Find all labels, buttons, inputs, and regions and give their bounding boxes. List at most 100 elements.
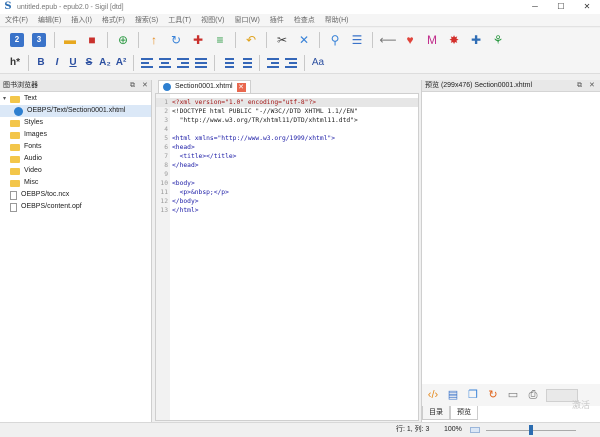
- folder-icon: [10, 131, 20, 139]
- copy-icon[interactable]: ❐: [466, 388, 480, 402]
- refresh-icon[interactable]: ↻: [166, 31, 186, 49]
- toc-icon[interactable]: ☰: [347, 31, 367, 49]
- tab-section0001[interactable]: Section0001.xhtml ✕: [158, 80, 251, 93]
- menu-file[interactable]: 文件(F): [0, 15, 33, 25]
- tree-item-audio[interactable]: Audio: [0, 153, 151, 165]
- menu-plugins[interactable]: 插件: [265, 15, 289, 25]
- close-button[interactable]: ✕: [574, 0, 600, 14]
- menu-bar: 文件(F) 编辑(E) 插入(I) 格式(F) 搜索(S) 工具(T) 视图(V…: [0, 14, 600, 27]
- code-line: 7 <title></title>: [164, 153, 237, 160]
- style-button[interactable]: Aa: [309, 57, 327, 68]
- align-right-icon[interactable]: [177, 57, 189, 68]
- menu-view[interactable]: 视图(V): [196, 15, 229, 25]
- plugin-manage-icon[interactable]: ✚: [466, 31, 486, 49]
- menu-window[interactable]: 窗口(W): [230, 15, 265, 25]
- tree-item-images[interactable]: Images: [0, 129, 151, 141]
- italic-button[interactable]: I: [49, 57, 65, 68]
- float-icon[interactable]: ⧉: [130, 80, 135, 92]
- outdent-icon[interactable]: [267, 57, 279, 68]
- inspect-icon[interactable]: ▤: [446, 388, 460, 402]
- code-line: 9: [164, 171, 168, 178]
- book-browser-title: 图书浏览器: [3, 82, 38, 89]
- code-line: 12 </body>: [160, 198, 199, 205]
- code-view-icon[interactable]: ‹/›: [426, 388, 440, 402]
- tree-icon[interactable]: ⚘: [488, 31, 508, 49]
- preview-title: 预览 (299x476) Section0001.xhtml: [425, 82, 532, 89]
- menu-format[interactable]: 格式(F): [97, 15, 130, 25]
- metadata-icon[interactable]: M: [422, 31, 442, 49]
- code-line: 10 <body>: [160, 180, 195, 187]
- superscript-button[interactable]: A²: [113, 57, 129, 68]
- bullet-list-icon[interactable]: [222, 57, 234, 68]
- menu-checkpoints[interactable]: 检查点: [289, 15, 320, 25]
- css-icon[interactable]: ▭: [506, 388, 520, 402]
- align-justify-icon[interactable]: [195, 57, 207, 68]
- strike-button[interactable]: S: [81, 57, 97, 68]
- menu-tools[interactable]: 工具(T): [163, 15, 196, 25]
- plugin-puzzle-icon[interactable]: ✸: [444, 31, 464, 49]
- menu-search[interactable]: 搜索(S): [130, 15, 163, 25]
- heading-button[interactable]: h*: [6, 57, 24, 68]
- bold-button[interactable]: B: [33, 57, 49, 68]
- tree-item-styles[interactable]: Styles: [0, 117, 151, 129]
- save-icon[interactable]: ■: [82, 31, 102, 49]
- search-icon[interactable]: ⚲: [325, 31, 345, 49]
- minimize-button[interactable]: ─: [522, 0, 548, 14]
- tab-preview[interactable]: 预览: [450, 406, 478, 420]
- tree-item-section0001[interactable]: OEBPS/Text/Section0001.xhtml: [0, 105, 151, 117]
- close-panel-icon[interactable]: ✕: [142, 80, 148, 92]
- code-line: 2 <!DOCTYPE html PUBLIC "-//W3C//DTD XHTM…: [164, 108, 358, 115]
- underline-button[interactable]: U: [65, 57, 81, 68]
- numbered-list-icon[interactable]: [240, 57, 252, 68]
- file-icon: [10, 190, 17, 200]
- main-toolbar: 2 3 ▬ ■ ⊕ ↑ ↻ ✚ ≡ ↶ ✂ ✕ ⚲ ☰ ⟵ ♥ M ✸ ✚ ⚘: [0, 28, 600, 52]
- menu-insert[interactable]: 插入(I): [66, 15, 97, 25]
- zoom-out-icon[interactable]: [470, 427, 480, 433]
- code-editor[interactable]: 1 <?xml version="1.0" encoding="utf-8"?> …: [155, 93, 419, 421]
- cut-icon[interactable]: ✂: [272, 31, 292, 49]
- add-file-icon[interactable]: ⊕: [113, 31, 133, 49]
- folder-icon: [10, 167, 20, 175]
- tree-item-toc[interactable]: OEBPS/toc.ncx: [0, 189, 151, 201]
- tree-item-fonts[interactable]: Fonts: [0, 141, 151, 153]
- tree-item-misc[interactable]: Misc: [0, 177, 151, 189]
- align-left-icon[interactable]: [141, 57, 153, 68]
- menu-help[interactable]: 帮助(H): [320, 15, 354, 25]
- folder-icon: [10, 119, 20, 127]
- tree-item-text[interactable]: ▾ Text: [0, 93, 151, 105]
- epub2-icon[interactable]: 2: [7, 31, 27, 49]
- zoom-slider-handle[interactable]: [529, 425, 533, 435]
- reload-icon[interactable]: ↻: [486, 388, 500, 402]
- tab-toc[interactable]: 目录: [422, 406, 450, 420]
- move-up-icon[interactable]: ↑: [144, 31, 164, 49]
- maximize-button[interactable]: ☐: [548, 0, 574, 14]
- float-icon[interactable]: ⧉: [577, 80, 582, 92]
- close-panel-icon[interactable]: ✕: [589, 80, 595, 92]
- folder-icon: [10, 143, 20, 151]
- preview-header: 预览 (299x476) Section0001.xhtml ⧉ ✕: [422, 80, 600, 92]
- print-icon[interactable]: ⎙: [526, 388, 540, 402]
- tree-item-video[interactable]: Video: [0, 165, 151, 177]
- watermark: 激活: [572, 400, 591, 410]
- align-center-icon[interactable]: [159, 57, 171, 68]
- collapse-icon[interactable]: ▾: [3, 93, 10, 105]
- html-file-icon: [14, 106, 23, 116]
- open-folder-icon[interactable]: ▬: [60, 31, 80, 49]
- subscript-button[interactable]: A₂: [97, 57, 113, 68]
- folder-icon: [10, 179, 20, 187]
- heart-icon[interactable]: ♥: [400, 31, 420, 49]
- close-tab-icon[interactable]: ✕: [236, 82, 246, 92]
- undo-icon[interactable]: ↶: [241, 31, 261, 49]
- folder-icon: [10, 155, 20, 163]
- paste-icon[interactable]: ✕: [294, 31, 314, 49]
- split-icon[interactable]: ≡: [210, 31, 230, 49]
- back-arrow-icon[interactable]: ⟵: [378, 31, 398, 49]
- insert-icon[interactable]: ✚: [188, 31, 208, 49]
- indent-icon[interactable]: [285, 57, 297, 68]
- sigil-logo-icon: S: [4, 1, 12, 12]
- book-browser-header: 图书浏览器 ⧉ ✕: [0, 80, 151, 92]
- code-line: 11 <p>&nbsp;</p>: [160, 189, 229, 196]
- epub3-icon[interactable]: 3: [29, 31, 49, 49]
- tree-item-content-opf[interactable]: OEBPS/content.opf: [0, 201, 151, 213]
- menu-edit[interactable]: 编辑(E): [33, 15, 66, 25]
